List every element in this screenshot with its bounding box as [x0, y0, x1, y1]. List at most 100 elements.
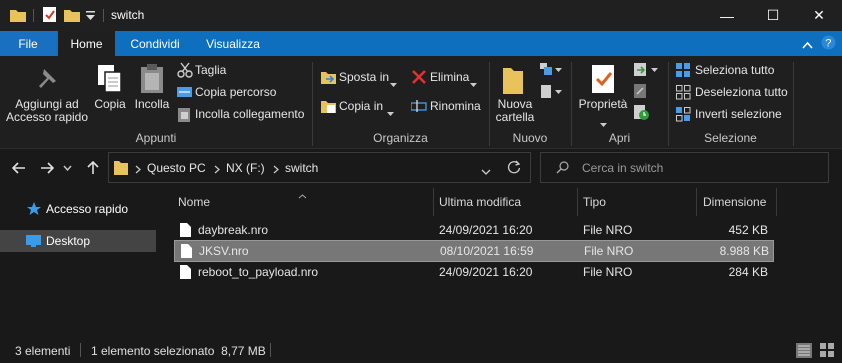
nav-item-quick-access[interactable]: Accesso rapido	[0, 199, 156, 221]
copy-icon	[97, 64, 123, 97]
group-label-open: Apri	[608, 131, 631, 145]
file-modified: 08/10/2021 16:59	[440, 244, 534, 258]
new-folder-button[interactable]: Nuova cartella	[490, 98, 540, 124]
easy-access-icon[interactable]	[540, 85, 562, 102]
desktop-icon	[26, 235, 41, 250]
title-bar: switch — ☐ ✕	[0, 0, 842, 31]
file-modified: 24/09/2021 16:20	[439, 265, 533, 279]
rename-button[interactable]: Rinomina	[430, 100, 481, 113]
invert-selection-button[interactable]: Inverti selezione	[695, 108, 782, 121]
new-folder-icon	[503, 64, 523, 97]
separator-icon	[33, 9, 34, 22]
copy-button[interactable]: Copia	[90, 98, 130, 111]
new-item-icon[interactable]	[540, 63, 562, 80]
file-size: 284 KB	[728, 265, 768, 279]
refresh-icon[interactable]	[507, 160, 521, 177]
new-folder-label-line2: cartella	[495, 110, 535, 124]
recent-locations-button[interactable]	[60, 157, 74, 179]
column-divider[interactable]	[696, 188, 697, 216]
paste-shortcut-button[interactable]: Incolla collegamento	[195, 108, 304, 121]
file-size: 8.988 KB	[719, 244, 769, 258]
new-folder-quick-icon[interactable]	[64, 8, 80, 25]
svg-text:?: ?	[825, 38, 831, 50]
status-item-count: 3 elementi	[15, 344, 71, 358]
column-header-size[interactable]: Dimensione	[703, 195, 766, 209]
dropdown-arrow-icon[interactable]	[387, 105, 394, 119]
properties-quick-icon[interactable]	[42, 6, 57, 26]
pin-quick-access-button[interactable]: Aggiungi ad Accesso rapido	[4, 98, 90, 124]
status-divider	[270, 343, 271, 357]
pin-icon	[37, 66, 59, 95]
nav-label-quick-access: Accesso rapido	[46, 202, 129, 216]
search-box[interactable]: Cerca in switch	[540, 152, 829, 183]
file-name: JKSV.nro	[199, 244, 249, 258]
move-to-button[interactable]: Sposta in	[339, 71, 389, 84]
forward-button[interactable]	[36, 157, 58, 179]
edit-icon[interactable]	[634, 84, 648, 101]
breadcrumb-switch[interactable]: switch	[285, 161, 318, 175]
file-type: File NRO	[583, 265, 633, 279]
breadcrumb-this-pc[interactable]: Questo PC	[147, 161, 206, 175]
paste-icon	[139, 64, 165, 97]
column-header-modified[interactable]: Ultima modifica	[439, 195, 521, 209]
chevron-down-icon[interactable]	[481, 164, 491, 178]
file-row[interactable]: JKSV.nro 08/10/2021 16:59 File NRO 8.988…	[174, 240, 774, 262]
address-row: Questo PC NX (F:) switch Cerca in switch	[0, 149, 842, 187]
column-divider[interactable]	[577, 188, 578, 216]
pin-label-line2: Accesso rapido	[5, 110, 89, 124]
cut-button[interactable]: Taglia	[195, 64, 226, 77]
select-all-button[interactable]: Seleziona tutto	[695, 64, 774, 77]
separator-icon	[103, 9, 104, 22]
chevron-right-icon[interactable]	[214, 163, 220, 177]
sort-ascending-icon	[298, 188, 307, 202]
file-name: daybreak.nro	[198, 223, 269, 237]
maximize-button[interactable]: ☐	[750, 0, 796, 31]
collapse-ribbon-icon[interactable]	[802, 38, 813, 52]
paste-button[interactable]: Incolla	[131, 98, 173, 111]
nav-item-desktop[interactable]: Desktop	[0, 230, 156, 252]
properties-button[interactable]: Proprietà	[574, 98, 632, 111]
dropdown-arrow-icon[interactable]	[390, 76, 397, 90]
status-divider	[80, 343, 81, 357]
tab-view[interactable]: Visualizza	[196, 31, 270, 56]
details-view-icon[interactable]	[796, 343, 812, 361]
address-bar[interactable]: Questo PC NX (F:) switch	[108, 152, 531, 183]
file-row[interactable]: daybreak.nro 24/09/2021 16:20 File NRO 4…	[174, 220, 772, 240]
select-all-icon	[676, 63, 691, 81]
copy-path-icon	[177, 86, 193, 101]
paste-shortcut-icon	[178, 107, 192, 125]
column-divider[interactable]	[433, 188, 434, 216]
breadcrumb-drive[interactable]: NX (F:)	[226, 161, 265, 175]
tab-share[interactable]: Condividi	[118, 31, 192, 56]
copy-path-button[interactable]: Copia percorso	[195, 86, 276, 99]
column-header-type[interactable]: Tipo	[583, 195, 606, 209]
open-icon[interactable]	[634, 63, 658, 80]
close-button[interactable]: ✕	[796, 0, 842, 31]
file-name: reboot_to_payload.nro	[198, 265, 319, 279]
customize-toolbar-icon[interactable]	[86, 10, 95, 24]
chevron-right-icon[interactable]	[135, 163, 141, 177]
copy-to-button[interactable]: Copia in	[339, 100, 383, 113]
file-modified: 24/09/2021 16:20	[439, 223, 533, 237]
delete-button[interactable]: Elimina	[430, 71, 469, 84]
tab-file[interactable]: File	[0, 31, 56, 56]
column-header-name[interactable]: Nome	[178, 195, 210, 209]
group-label-select: Selezione	[704, 131, 757, 145]
history-icon[interactable]	[634, 105, 650, 124]
invert-selection-icon	[676, 107, 691, 125]
group-label-organize: Organizza	[373, 131, 428, 145]
dropdown-arrow-icon[interactable]	[600, 116, 607, 130]
file-type: File NRO	[584, 244, 634, 258]
back-button[interactable]	[8, 157, 30, 179]
tab-home[interactable]: Home	[58, 31, 115, 56]
dropdown-arrow-icon[interactable]	[470, 76, 477, 90]
chevron-right-icon[interactable]	[273, 163, 279, 177]
help-icon[interactable]: ?	[821, 35, 836, 53]
file-row[interactable]: reboot_to_payload.nro 24/09/2021 16:20 F…	[174, 262, 772, 282]
ribbon: Aggiungi ad Accesso rapido Copia Incolla…	[0, 56, 842, 149]
minimize-button[interactable]: —	[704, 0, 750, 31]
select-none-button[interactable]: Deseleziona tutto	[695, 86, 788, 99]
up-button[interactable]	[82, 157, 104, 179]
column-divider[interactable]	[776, 188, 777, 216]
large-icons-view-icon[interactable]	[820, 343, 835, 361]
